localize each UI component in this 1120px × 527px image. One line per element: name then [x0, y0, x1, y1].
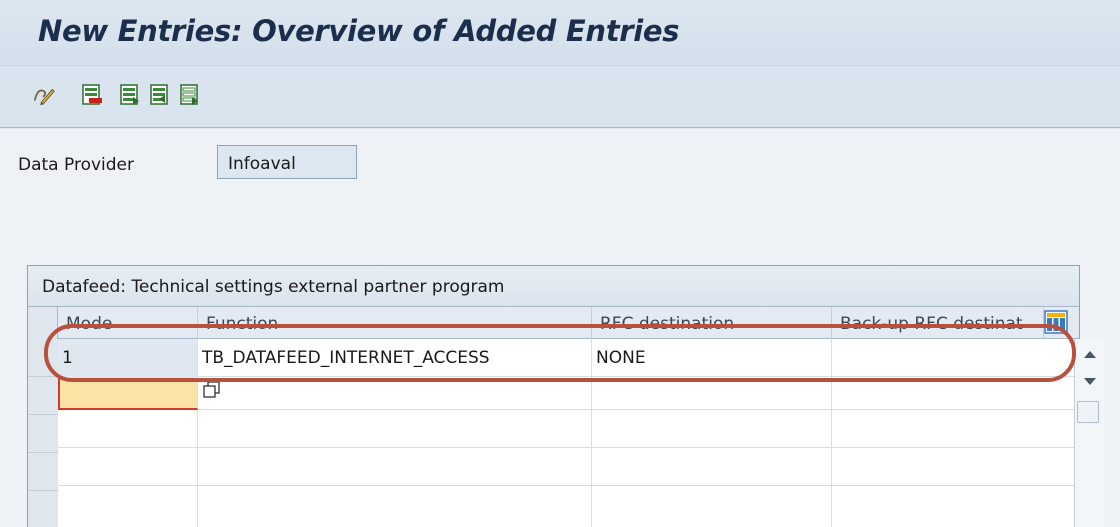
change-display-icon: [33, 88, 55, 106]
column-header-backup-rfc-destination[interactable]: Back-up RFC destinat: [832, 307, 1044, 339]
title-bar: New Entries: Overview of Added Entries: [0, 0, 1120, 66]
column-header-mode[interactable]: Mode: [58, 307, 198, 339]
row-selector[interactable]: [28, 377, 58, 415]
table-title: Datafeed: Technical settings external pa…: [28, 266, 1079, 307]
cell-function[interactable]: [198, 448, 592, 486]
cell-mode[interactable]: [58, 410, 198, 448]
cell-backup-rfc-destination[interactable]: [832, 486, 1074, 527]
scroll-up-button[interactable]: [1083, 349, 1097, 359]
cell-rfc-destination[interactable]: [592, 410, 832, 448]
table-settings-icon: [1044, 310, 1068, 334]
datafeed-table: Datafeed: Technical settings external pa…: [27, 265, 1104, 527]
cell-rfc-destination[interactable]: [592, 448, 832, 486]
page-title: New Entries: Overview of Added Entries: [38, 14, 680, 48]
cell-backup-rfc-destination[interactable]: [832, 339, 1074, 377]
column-header-row: Mode Function RFC destination Back-up RF…: [28, 307, 1079, 339]
row-selector[interactable]: [28, 491, 58, 527]
cell-backup-rfc-destination[interactable]: [832, 448, 1074, 486]
table-row[interactable]: 1 TB_DATAFEED_INTERNET_ACCESS NONE: [58, 339, 1074, 377]
cell-mode[interactable]: 1: [58, 339, 198, 377]
cell-rfc-destination[interactable]: [592, 486, 832, 527]
select-all-icon: [150, 84, 168, 105]
change-display-button[interactable]: [32, 82, 56, 108]
copy-entry-icon: [120, 84, 139, 105]
table-row[interactable]: [58, 377, 1074, 410]
scroll-down-button[interactable]: [1083, 377, 1097, 387]
triangle-down-icon: [1084, 378, 1096, 385]
vertical-scrollbar[interactable]: [1074, 339, 1104, 527]
table-settings-button[interactable]: [1044, 310, 1068, 334]
delete-entry-button[interactable]: [80, 82, 104, 108]
cell-mode-input[interactable]: [58, 377, 198, 410]
cell-function[interactable]: [198, 486, 592, 527]
cell-rfc-destination[interactable]: NONE: [592, 339, 832, 377]
data-provider-field[interactable]: Infoaval: [217, 145, 357, 179]
cell-function[interactable]: [198, 410, 592, 448]
triangle-up-icon: [1084, 351, 1096, 358]
delete-entry-icon: [82, 84, 102, 105]
deselect-all-icon: [180, 84, 198, 105]
cell-mode[interactable]: [58, 448, 198, 486]
cell-backup-rfc-destination[interactable]: [832, 410, 1074, 448]
application-toolbar: [0, 66, 1120, 128]
cell-backup-rfc-destination[interactable]: [832, 377, 1074, 410]
column-header-rfc-destination[interactable]: RFC destination: [592, 307, 832, 339]
table-row[interactable]: [58, 410, 1074, 448]
scrollbar-thumb[interactable]: [1077, 401, 1099, 423]
cell-function[interactable]: [198, 377, 592, 410]
select-all-button[interactable]: [148, 82, 172, 108]
column-header-function[interactable]: Function: [198, 307, 592, 339]
cell-function[interactable]: TB_DATAFEED_INTERNET_ACCESS: [198, 339, 592, 377]
deselect-all-button[interactable]: [178, 82, 202, 108]
cell-mode[interactable]: [58, 486, 198, 527]
table-row[interactable]: [58, 448, 1074, 486]
data-provider-label: Data Provider: [18, 155, 134, 175]
cell-rfc-destination[interactable]: [592, 377, 832, 410]
copy-entry-button[interactable]: [118, 82, 142, 108]
row-selector-column: [28, 307, 58, 527]
row-selector[interactable]: [28, 453, 58, 491]
row-selector[interactable]: [28, 415, 58, 453]
row-selector[interactable]: [28, 339, 58, 377]
table-row[interactable]: [58, 486, 1074, 527]
value-help-icon[interactable]: [203, 381, 221, 399]
